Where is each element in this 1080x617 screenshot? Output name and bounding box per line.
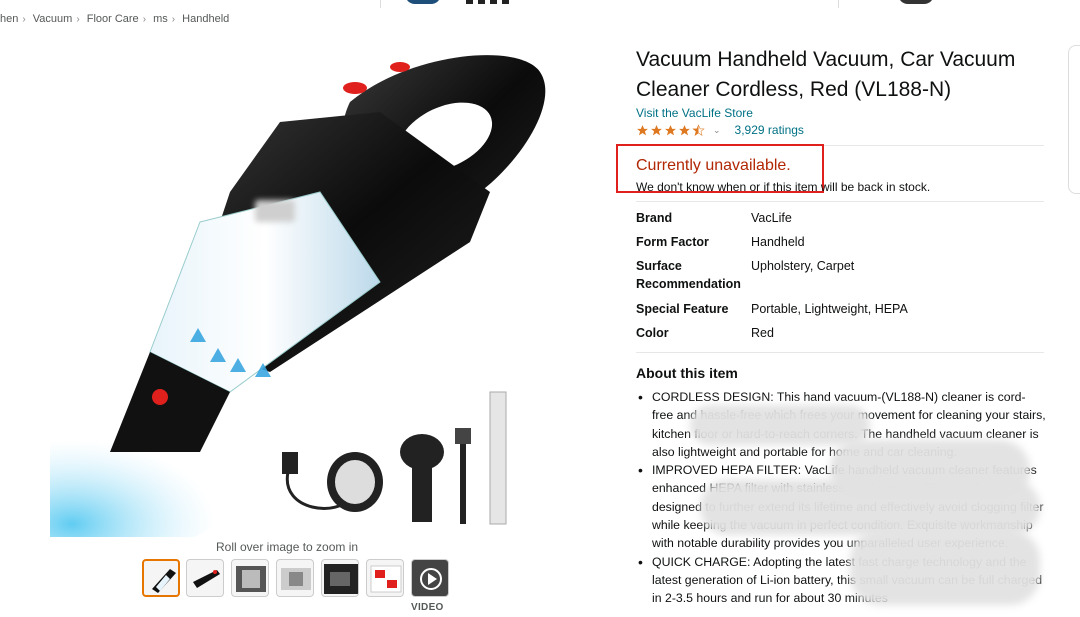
- accessories: [282, 391, 507, 525]
- main-product-image[interactable]: [50, 42, 570, 537]
- spec-key: Surface Recommendation: [636, 259, 741, 291]
- spec-value: VacLife: [751, 211, 792, 225]
- nav-product-icon[interactable]: [405, 0, 441, 4]
- buy-box-edge: [1068, 45, 1080, 194]
- availability-note: We don't know when or if this item will …: [636, 180, 931, 194]
- spec-key: Form Factor: [636, 235, 709, 249]
- thumbnail[interactable]: [142, 559, 180, 597]
- redaction: [255, 200, 295, 222]
- availability-status: Currently unavailable.: [636, 157, 791, 174]
- star-icon: [651, 124, 662, 135]
- video-thumbnail[interactable]: [411, 559, 449, 597]
- spec-key: Brand: [636, 211, 673, 225]
- breadcrumb-item[interactable]: ms: [153, 13, 168, 25]
- play-icon: [428, 573, 437, 585]
- redaction: [850, 530, 1040, 605]
- about-heading: About this item: [636, 365, 738, 381]
- spec-key: Special Feature: [636, 302, 729, 316]
- divider: [636, 352, 1044, 353]
- breadcrumb-item[interactable]: hen: [0, 13, 18, 25]
- spec-value: Red: [751, 326, 774, 340]
- chevron-right-icon: ›: [76, 14, 80, 25]
- spec-value: Handheld: [751, 235, 805, 249]
- divider: [636, 201, 1044, 202]
- spec-value: Upholstery, Carpet: [751, 259, 855, 273]
- breadcrumb: hen › Vacuum › Floor Care › ms › Handheld: [0, 13, 229, 25]
- ratings-count[interactable]: 3,929 ratings: [735, 123, 804, 137]
- star-icon: [637, 124, 648, 135]
- chevron-right-icon: ›: [142, 14, 147, 25]
- divider: [838, 0, 839, 8]
- divider: [380, 0, 381, 8]
- thumbnail[interactable]: [231, 559, 269, 597]
- rating-row: ⌄ 3,929 ratings: [636, 123, 804, 137]
- breadcrumb-item[interactable]: Vacuum: [33, 13, 73, 25]
- star-icon: [665, 124, 676, 135]
- star-half-icon: [692, 123, 705, 136]
- thumbnail[interactable]: [366, 559, 404, 597]
- store-link[interactable]: Visit the VacLife Store: [636, 106, 753, 120]
- product-title: Vacuum Handheld Vacuum, Car Vacuum Clean…: [636, 48, 1016, 101]
- nav-product-icon[interactable]: [898, 0, 934, 4]
- video-label: VIDEO: [411, 602, 444, 613]
- top-nav-strip: [0, 0, 1080, 8]
- spec-key: Color: [636, 326, 669, 340]
- star-icon: [679, 124, 690, 135]
- chevron-right-icon: ›: [22, 14, 26, 25]
- thumbnail[interactable]: [276, 559, 314, 597]
- zoom-hint: Roll over image to zoom in: [216, 540, 359, 554]
- breadcrumb-item[interactable]: Floor Care: [87, 13, 139, 25]
- redaction: [690, 405, 870, 445]
- nav-product-icon[interactable]: [466, 0, 512, 4]
- thumbnail[interactable]: [321, 559, 359, 597]
- breadcrumb-item[interactable]: Handheld: [182, 13, 229, 25]
- spec-value: Portable, Lightweight, HEPA: [751, 302, 908, 316]
- star-rating[interactable]: [636, 123, 705, 137]
- chevron-right-icon: ›: [171, 14, 176, 25]
- thumbnail[interactable]: [186, 559, 224, 597]
- chevron-down-icon[interactable]: ⌄: [713, 125, 721, 136]
- redaction: [700, 480, 1040, 535]
